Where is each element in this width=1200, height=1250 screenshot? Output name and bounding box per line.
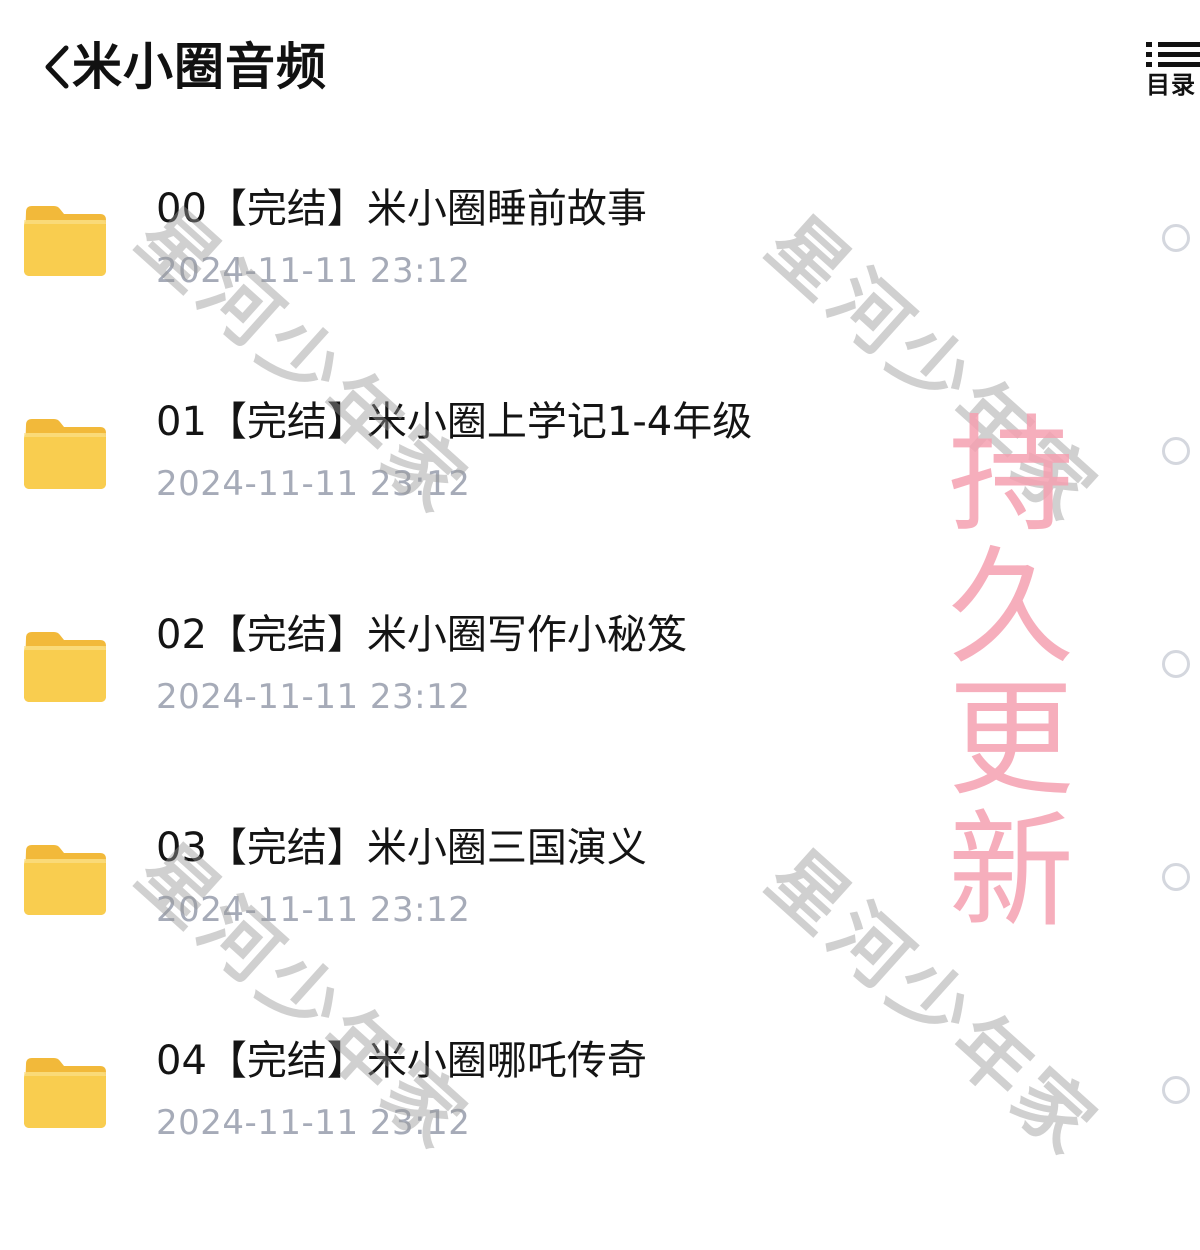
select-radio[interactable] [1162, 863, 1190, 891]
file-name: 01【完结】米小圈上学记1-4年级 [156, 399, 753, 445]
file-name: 04【完结】米小圈哪吒传奇 [156, 1038, 647, 1084]
back-button[interactable] [38, 40, 74, 94]
select-radio[interactable] [1162, 1076, 1190, 1104]
file-row[interactable]: 00【完结】米小圈睡前故事 2024-11-11 23:12 [0, 160, 1200, 373]
folder-icon [24, 419, 106, 489]
file-timestamp: 2024-11-11 23:12 [156, 677, 471, 717]
file-row[interactable]: 03【完结】米小圈三国演义 2024-11-11 23:12 [0, 799, 1200, 1012]
toc-button[interactable]: 目录 [1140, 36, 1200, 106]
file-name: 03【完结】米小圈三国演义 [156, 825, 647, 871]
file-name: 00【完结】米小圈睡前故事 [156, 186, 647, 232]
file-timestamp: 2024-11-11 23:12 [156, 1103, 471, 1143]
list-icon [1146, 42, 1200, 67]
file-timestamp: 2024-11-11 23:12 [156, 464, 471, 504]
file-timestamp: 2024-11-11 23:12 [156, 890, 471, 930]
toc-label: 目录 [1146, 71, 1196, 99]
folder-icon [24, 632, 106, 702]
select-radio[interactable] [1162, 437, 1190, 465]
folder-icon [24, 845, 106, 915]
select-radio[interactable] [1162, 650, 1190, 678]
file-row[interactable]: 04【完结】米小圈哪吒传奇 2024-11-11 23:12 [0, 1012, 1200, 1225]
folder-icon [24, 1058, 106, 1128]
file-row[interactable]: 02【完结】米小圈写作小秘笈 2024-11-11 23:12 [0, 586, 1200, 799]
file-list: 00【完结】米小圈睡前故事 2024-11-11 23:12 01【完结】米小圈… [0, 160, 1200, 1225]
folder-icon [24, 206, 106, 276]
select-radio[interactable] [1162, 224, 1190, 252]
chevron-left-icon [45, 45, 69, 89]
file-name: 02【完结】米小圈写作小秘笈 [156, 612, 687, 658]
file-row[interactable]: 01【完结】米小圈上学记1-4年级 2024-11-11 23:12 [0, 373, 1200, 586]
header-bar: 米小圈音频 目录 [0, 0, 1200, 130]
page-title: 米小圈音频 [72, 38, 327, 96]
file-timestamp: 2024-11-11 23:12 [156, 251, 471, 291]
